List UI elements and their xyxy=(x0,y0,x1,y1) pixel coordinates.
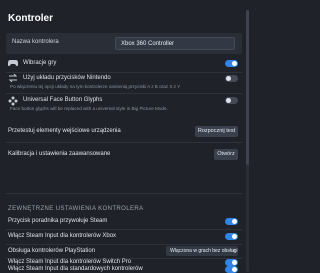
nintendo-layout-label: Użyj układu przycisków Nintendo xyxy=(23,75,111,81)
playstation-select-value: Włączona w grach bez obsługi xyxy=(170,248,238,254)
universal-glyphs-row[interactable]: Universal Face Button Glyphs Face button… xyxy=(6,95,242,114)
start-test-button[interactable]: Rozpocznij test xyxy=(195,126,238,137)
steam-guide-label: Przycisk poradnika przywołuje Steam xyxy=(8,218,108,224)
universal-glyphs-toggle[interactable] xyxy=(225,97,238,104)
controller-name-input[interactable]: Xbox 360 Controller xyxy=(115,37,235,50)
divider xyxy=(6,93,242,94)
generic-controllers-row[interactable]: Włącz Steam Input dla standardowych kont… xyxy=(6,266,242,273)
controller-name-label: Nazwa kontrolera xyxy=(12,39,59,45)
playstation-label: Obsługa kontrolerów PlayStation xyxy=(8,248,96,254)
nintendo-layout-description: Po włączeniu tej opcji układy na tym kon… xyxy=(10,84,181,89)
nintendo-layout-toggle[interactable] xyxy=(225,75,238,82)
switch-pro-toggle[interactable] xyxy=(225,259,238,266)
chevron-down-icon: ▾ xyxy=(232,248,235,254)
nintendo-layout-row[interactable]: Użyj układu przycisków Nintendo Po włącz… xyxy=(6,73,242,92)
switch-pro-label: Włącz Steam Input dla kontrolerów Switch… xyxy=(8,259,132,265)
scrollbar-thumb[interactable] xyxy=(246,10,249,165)
glyph-icon xyxy=(8,96,18,106)
rumble-toggle[interactable] xyxy=(225,60,238,67)
rumble-label: Wibracje gry xyxy=(23,60,57,66)
steam-input-xbox-row[interactable]: Włącz Steam Input dla kontrolerów Xbox xyxy=(6,230,242,243)
controller-settings-panel: Kontroler Nazwa kontrolera Xbox 360 Cont… xyxy=(0,0,250,273)
section-title: ZEWNĘTRZNE USTAWIENIA KONTROLERA xyxy=(8,206,144,212)
steam-input-xbox-label: Włącz Steam Input dla kontrolerów Xbox xyxy=(8,233,117,239)
test-inputs-label: Przetestuj elementy wejściowe urządzenia xyxy=(8,128,121,134)
rumble-row[interactable]: Wibracje gry xyxy=(6,57,242,71)
controller-name-row: Nazwa kontrolera Xbox 360 Controller xyxy=(6,33,242,54)
test-inputs-row: Przetestuj elementy wejściowe urządzenia… xyxy=(6,124,242,140)
steam-guide-toggle[interactable] xyxy=(225,218,238,225)
open-calibration-button[interactable]: Otwórz xyxy=(214,149,238,160)
gamepad-icon xyxy=(8,59,18,69)
calibration-label: Kalibracja i ustawienia zaawansowane xyxy=(8,151,111,157)
divider xyxy=(6,142,242,143)
steam-input-xbox-toggle[interactable] xyxy=(225,233,238,240)
universal-glyphs-label: Universal Face Button Glyphs xyxy=(23,97,103,103)
generic-controllers-toggle[interactable] xyxy=(225,266,238,273)
calibration-row: Kalibracja i ustawienia zaawansowane Otw… xyxy=(6,147,242,163)
divider xyxy=(6,193,242,194)
playstation-select[interactable]: Włączona w grach bez obsługi ▾ xyxy=(166,246,238,256)
steam-guide-row[interactable]: Przycisk poradnika przywołuje Steam xyxy=(6,215,242,228)
swap-icon xyxy=(8,73,18,84)
generic-controllers-label: Włącz Steam Input dla standardowych kont… xyxy=(8,266,143,272)
playstation-row[interactable]: Obsługa kontrolerów PlayStation Włączona… xyxy=(6,245,242,258)
universal-glyphs-description: Face button glyphs will be replaced with… xyxy=(10,106,168,111)
page-title: Kontroler xyxy=(8,13,53,24)
